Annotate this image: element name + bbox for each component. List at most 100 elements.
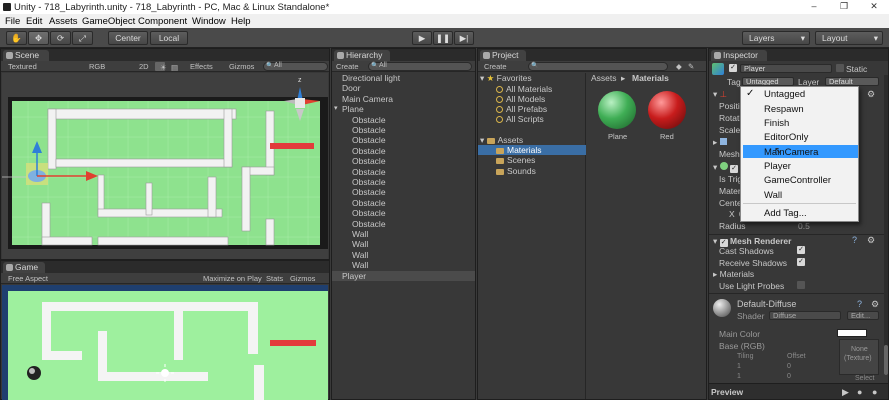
favorites-header[interactable]: ▾ ★ Favorites (480, 73, 532, 84)
gizmos-dropdown[interactable]: Gizmos (229, 62, 254, 71)
offset-x-value[interactable]: 0 (787, 363, 791, 370)
hierarchy-item[interactable]: Obstacle (332, 187, 475, 197)
tag-option-maincamera[interactable]: MainCamera (764, 147, 818, 158)
tag-option-respawn[interactable]: Respawn (764, 104, 804, 115)
step-button[interactable]: ▶| (454, 31, 474, 45)
menu-file[interactable]: File (5, 16, 20, 27)
tag-dropdown[interactable]: Untagged (742, 77, 794, 86)
menu-gameobject[interactable]: GameObject (82, 16, 135, 27)
hierarchy-item[interactable]: Obstacle (332, 219, 475, 229)
pivot-center-toggle[interactable]: Center (108, 31, 148, 45)
pause-button[interactable]: ❚❚ (433, 31, 453, 45)
cast-shadows-checkbox[interactable]: ✓ (797, 246, 805, 254)
minimize-button[interactable]: – (799, 0, 829, 14)
pivot-local-toggle[interactable]: Local (150, 31, 188, 45)
folder-materials[interactable]: Materials (496, 145, 541, 155)
filter-type-icon[interactable]: ◆ (676, 62, 682, 71)
menu-window[interactable]: Window (192, 16, 226, 27)
hand-tool-button[interactable]: ✋ (6, 31, 27, 45)
hierarchy-item[interactable]: Obstacle (332, 198, 475, 208)
breadcrumb-assets[interactable]: Assets (591, 73, 617, 83)
hierarchy-item[interactable]: Player (332, 270, 475, 281)
favorite-all-materials[interactable]: All Materials (496, 84, 552, 94)
receive-shadows-checkbox[interactable]: ✓ (797, 258, 805, 266)
tag-option-finish[interactable]: Finish (764, 118, 789, 129)
help-icon[interactable]: ? (852, 235, 857, 245)
hierarchy-item[interactable]: Obstacle (332, 167, 475, 177)
hierarchy-item[interactable]: Obstacle (332, 146, 475, 156)
scene-search-input[interactable]: All (263, 62, 328, 71)
scrollbar-thumb[interactable] (884, 345, 888, 375)
help-icon[interactable]: ? (857, 299, 862, 309)
tag-option-player[interactable]: Player (764, 161, 791, 172)
maximize-on-play-toggle[interactable]: Maximize on Play (203, 274, 262, 283)
breadcrumb-materials[interactable]: Materials (632, 73, 669, 83)
stats-toggle[interactable]: Stats (266, 274, 283, 283)
texture-select-button[interactable]: Select (855, 375, 874, 382)
hierarchy-item[interactable]: Plane ▾ (332, 104, 475, 114)
preview-bar[interactable]: Preview ▶ ● ● (709, 383, 888, 399)
inspector-scrollbar[interactable] (884, 75, 888, 375)
hierarchy-item[interactable]: Wall (332, 239, 475, 249)
add-tag-option[interactable]: Add Tag... (764, 208, 807, 219)
move-tool-button[interactable]: ✥ (28, 31, 49, 45)
menu-component[interactable]: Component (138, 16, 187, 27)
radius-value[interactable]: 0.5 (798, 221, 810, 231)
tab-scene[interactable]: Scene (3, 50, 49, 61)
shading-dropdown[interactable]: Textured (8, 62, 37, 71)
2d-toggle[interactable]: 2D (139, 62, 149, 71)
hierarchy-item[interactable]: Wall (332, 260, 475, 270)
tiling-x-value[interactable]: 1 (737, 363, 741, 370)
close-button[interactable]: ✕ (859, 0, 889, 14)
hierarchy-item[interactable]: Obstacle (332, 177, 475, 187)
scale-tool-button[interactable]: ⤢ (72, 31, 93, 45)
hierarchy-create-dropdown[interactable]: Create (336, 62, 359, 71)
hierarchy-search-input[interactable]: All (368, 62, 472, 71)
effects-dropdown[interactable]: Effects (190, 62, 213, 71)
hierarchy-item[interactable]: Obstacle (332, 135, 475, 145)
asset-plane-material[interactable]: Plane (596, 91, 640, 141)
gear-icon[interactable]: ⚙ (867, 89, 875, 100)
tab-project[interactable]: Project (480, 50, 526, 61)
use-light-probes-checkbox[interactable] (797, 281, 805, 289)
expand-arrow-icon[interactable]: ▾ (334, 104, 338, 112)
layers-dropdown[interactable]: Layers ▾ (742, 31, 810, 45)
sphere-preview-icon[interactable]: ● (857, 387, 862, 397)
project-create-dropdown[interactable]: Create (484, 62, 507, 71)
base-texture-slot[interactable]: None (Texture) (839, 339, 879, 375)
materials-foldout[interactable]: ▸ Materials (713, 269, 754, 280)
tag-option-editoronly[interactable]: EditorOnly (764, 132, 808, 143)
tag-option-untagged[interactable]: Untagged (764, 89, 805, 100)
layer-dropdown[interactable]: Default (825, 77, 879, 86)
hierarchy-item[interactable]: Obstacle (332, 156, 475, 166)
render-mode-dropdown[interactable]: RGB (89, 62, 105, 71)
static-checkbox[interactable] (836, 64, 844, 72)
favorite-all-scripts[interactable]: All Scripts (496, 114, 544, 124)
tab-hierarchy[interactable]: Hierarchy (334, 50, 390, 61)
hierarchy-item[interactable]: Wall (332, 229, 475, 239)
edit-shader-button[interactable]: Edit... (847, 311, 879, 320)
favorite-all-models[interactable]: All Models (496, 94, 545, 104)
maximize-button[interactable]: ❐ (829, 0, 859, 14)
main-color-swatch[interactable] (837, 329, 867, 337)
layout-dropdown[interactable]: Layout ▾ (815, 31, 883, 45)
hierarchy-item[interactable]: Main Camera (332, 94, 475, 104)
tab-game[interactable]: Game (3, 262, 45, 273)
active-checkbox[interactable]: ✓ (729, 64, 737, 72)
folder-scenes[interactable]: Scenes (496, 155, 535, 165)
transform-foldout-icon[interactable]: ▾ ⊥ (713, 89, 727, 100)
hierarchy-item[interactable]: Directional light (332, 73, 475, 83)
asset-red-material[interactable]: Red (646, 91, 690, 141)
hierarchy-item[interactable]: Obstacle (332, 115, 475, 125)
hierarchy-item[interactable]: Door (332, 83, 475, 93)
menu-edit[interactable]: Edit (26, 16, 42, 27)
aspect-dropdown[interactable]: Free Aspect (8, 274, 48, 283)
menu-assets[interactable]: Assets (49, 16, 78, 27)
rotate-tool-button[interactable]: ⟳ (50, 31, 71, 45)
mesh-filter-foldout[interactable]: ▸ (713, 137, 727, 148)
hierarchy-item[interactable]: Wall (332, 250, 475, 260)
collider-enabled-checkbox[interactable]: ✓ (730, 165, 739, 173)
collider-foldout[interactable]: ▾ ✓ (713, 162, 739, 173)
offset-y-value[interactable]: 0 (787, 373, 791, 380)
light-preview-icon[interactable]: ● (872, 387, 877, 397)
